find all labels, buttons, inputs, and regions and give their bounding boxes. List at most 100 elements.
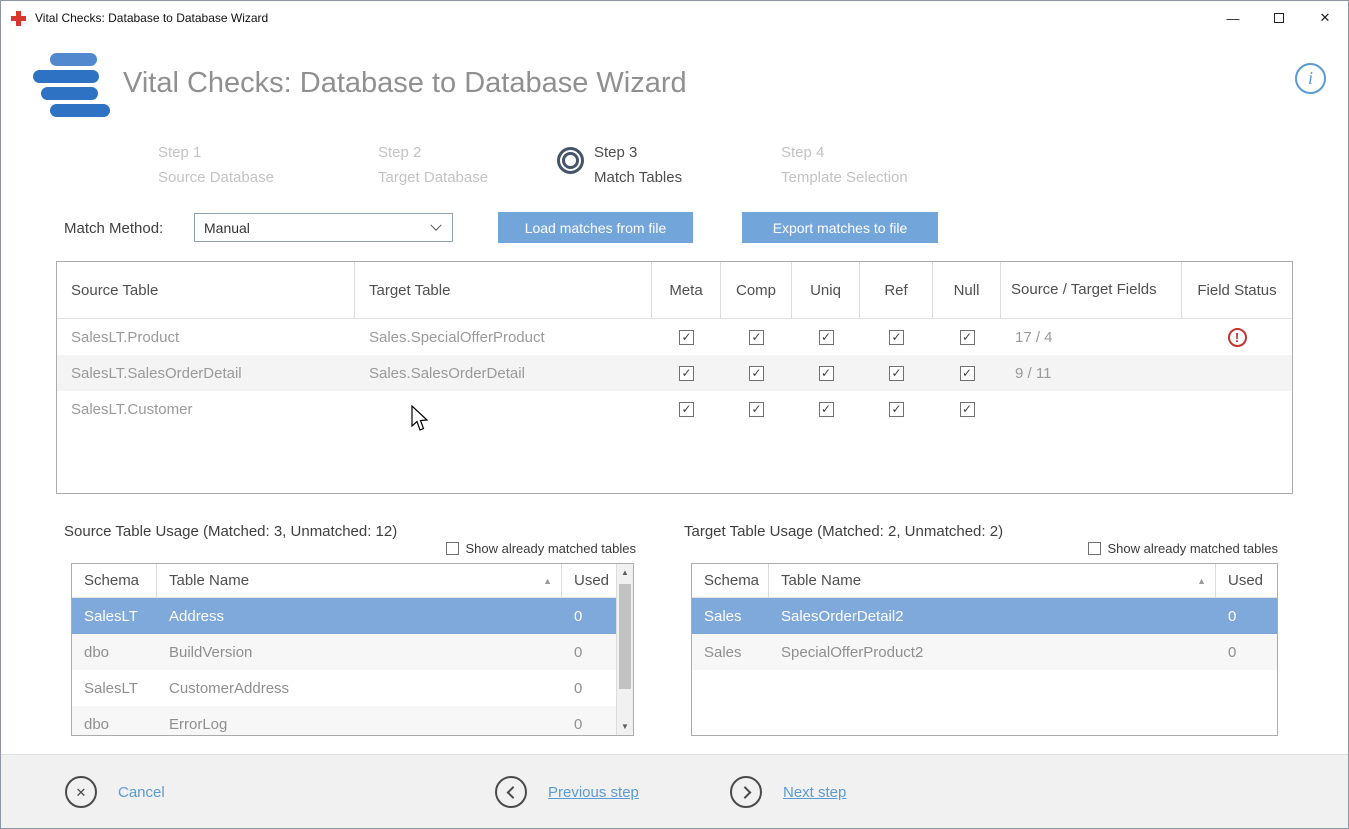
load-matches-button[interactable]: Load matches from file [498, 212, 693, 243]
col-source-table[interactable]: Source Table [57, 262, 355, 318]
match-table-row[interactable]: SalesLT.Customer ✓ ✓ ✓ ✓ ✓ [57, 391, 1292, 427]
col-schema[interactable]: Schema [72, 564, 157, 597]
source-usage-row[interactable]: SalesLT Address 0 [72, 598, 616, 634]
scrollbar[interactable]: ▲ ▼ [616, 564, 633, 735]
null-checkbox[interactable]: ✓ [960, 330, 975, 345]
col-source-target-fields[interactable]: Source / Target Fields [1001, 262, 1182, 318]
col-used[interactable]: Used [562, 564, 616, 597]
uniq-checkbox[interactable]: ✓ [819, 402, 834, 417]
previous-step-button[interactable]: Previous step [495, 755, 639, 829]
col-uniq[interactable]: Uniq [792, 262, 860, 318]
match-method-value: Manual [204, 220, 250, 236]
field-status-cell [1182, 355, 1292, 391]
null-checkbox[interactable]: ✓ [960, 402, 975, 417]
titlebar: Vital Checks: Database to Database Wizar… [1, 1, 1348, 35]
ref-checkbox[interactable]: ✓ [889, 402, 904, 417]
scroll-down-icon[interactable]: ▼ [617, 718, 633, 735]
comp-checkbox[interactable]: ✓ [749, 402, 764, 417]
app-cross-icon [11, 11, 26, 26]
minimize-button[interactable]: — [1210, 1, 1256, 35]
step-4: Step 4 Template Selection [781, 140, 908, 190]
target-show-matched[interactable]: Show already matched tables [684, 541, 1278, 556]
show-matched-checkbox[interactable] [446, 542, 459, 555]
chevron-down-icon [430, 219, 441, 230]
target-usage-title: Target Table Usage (Matched: 2, Unmatche… [684, 523, 1003, 540]
scroll-up-icon[interactable]: ▲ [617, 564, 633, 581]
source-table-cell: SalesLT.Product [57, 319, 355, 355]
source-table-cell: SalesLT.SalesOrderDetail [57, 355, 355, 391]
current-step-icon [557, 147, 584, 174]
source-usage-row[interactable]: dbo BuildVersion 0 [72, 634, 616, 670]
match-table-row[interactable]: SalesLT.SalesOrderDetail Sales.SalesOrde… [57, 355, 1292, 391]
source-usage-row[interactable]: dbo ErrorLog 0 [72, 706, 616, 736]
step-2: Step 2 Target Database [378, 140, 488, 190]
window-title: Vital Checks: Database to Database Wizar… [35, 11, 268, 25]
meta-checkbox[interactable]: ✓ [679, 402, 694, 417]
comp-checkbox[interactable]: ✓ [749, 366, 764, 381]
meta-checkbox[interactable]: ✓ [679, 330, 694, 345]
app-logo-icon [33, 53, 123, 131]
comp-checkbox[interactable]: ✓ [749, 330, 764, 345]
match-table-row[interactable]: SalesLT.Product Sales.SpecialOfferProduc… [57, 319, 1292, 355]
window-controls: — ✕ [1210, 1, 1348, 35]
cancel-button[interactable]: ✕ Cancel [65, 755, 165, 829]
source-usage-table: Schema Table Name ▲ Used SalesLT Address… [71, 563, 634, 736]
page-title: Vital Checks: Database to Database Wizar… [123, 67, 687, 100]
match-table: Source Table Target Table Meta Comp Uniq… [56, 261, 1293, 494]
target-usage-row[interactable]: Sales SalesOrderDetail2 0 [692, 598, 1277, 634]
meta-checkbox[interactable]: ✓ [679, 366, 694, 381]
cancel-icon: ✕ [65, 776, 97, 808]
col-comp[interactable]: Comp [721, 262, 792, 318]
sort-asc-icon[interactable]: ▲ [1197, 576, 1206, 586]
show-matched-label: Show already matched tables [1107, 541, 1278, 556]
uniq-checkbox[interactable]: ✓ [819, 366, 834, 381]
scrollbar-thumb[interactable] [619, 584, 631, 689]
step-1-label: Source Database [158, 165, 274, 190]
fields-count-cell [1001, 391, 1182, 427]
col-schema[interactable]: Schema [692, 564, 769, 597]
step-4-name: Step 4 [781, 140, 908, 165]
target-usage-row[interactable]: Sales SpecialOfferProduct2 0 [692, 634, 1277, 670]
target-table-cell[interactable] [355, 391, 652, 427]
maximize-button[interactable] [1256, 1, 1302, 35]
source-usage-row[interactable]: SalesLT CustomerAddress 0 [72, 670, 616, 706]
col-null[interactable]: Null [933, 262, 1001, 318]
step-3: Step 3 Match Tables [594, 140, 682, 190]
info-icon[interactable]: i [1295, 63, 1326, 94]
field-status-cell [1182, 391, 1292, 427]
ref-checkbox[interactable]: ✓ [889, 366, 904, 381]
col-table-name[interactable]: Table Name ▲ [157, 564, 562, 597]
footer-bar: ✕ Cancel Previous step Next step [1, 754, 1348, 828]
source-usage-header: Schema Table Name ▲ Used [72, 564, 616, 598]
next-step-label[interactable]: Next step [783, 784, 846, 801]
source-table-cell: SalesLT.Customer [57, 391, 355, 427]
close-button[interactable]: ✕ [1302, 1, 1348, 35]
show-matched-checkbox[interactable] [1088, 542, 1101, 555]
show-matched-label: Show already matched tables [465, 541, 636, 556]
field-status-error-icon[interactable]: ! [1228, 328, 1247, 347]
step-2-label: Target Database [378, 165, 488, 190]
source-usage-title: Source Table Usage (Matched: 3, Unmatche… [64, 523, 397, 540]
col-meta[interactable]: Meta [652, 262, 721, 318]
uniq-checkbox[interactable]: ✓ [819, 330, 834, 345]
col-field-status[interactable]: Field Status [1182, 262, 1292, 318]
export-matches-button[interactable]: Export matches to file [742, 212, 938, 243]
null-checkbox[interactable]: ✓ [960, 366, 975, 381]
step-1: Step 1 Source Database [158, 140, 274, 190]
next-step-button[interactable]: Next step [730, 755, 846, 829]
source-show-matched[interactable]: Show already matched tables [64, 541, 636, 556]
col-ref[interactable]: Ref [860, 262, 933, 318]
step-3-label: Match Tables [594, 165, 682, 190]
fields-count-cell: 9 / 11 [1001, 355, 1182, 391]
step-3-name: Step 3 [594, 140, 682, 165]
match-method-select[interactable]: Manual [194, 213, 453, 242]
col-used[interactable]: Used [1216, 564, 1277, 597]
step-1-name: Step 1 [158, 140, 274, 165]
previous-step-label[interactable]: Previous step [548, 784, 639, 801]
sort-asc-icon[interactable]: ▲ [543, 576, 552, 586]
col-table-name[interactable]: Table Name ▲ [769, 564, 1216, 597]
ref-checkbox[interactable]: ✓ [889, 330, 904, 345]
app-window: Vital Checks: Database to Database Wizar… [0, 0, 1349, 829]
col-target-table[interactable]: Target Table [355, 262, 652, 318]
cancel-label[interactable]: Cancel [118, 784, 165, 801]
